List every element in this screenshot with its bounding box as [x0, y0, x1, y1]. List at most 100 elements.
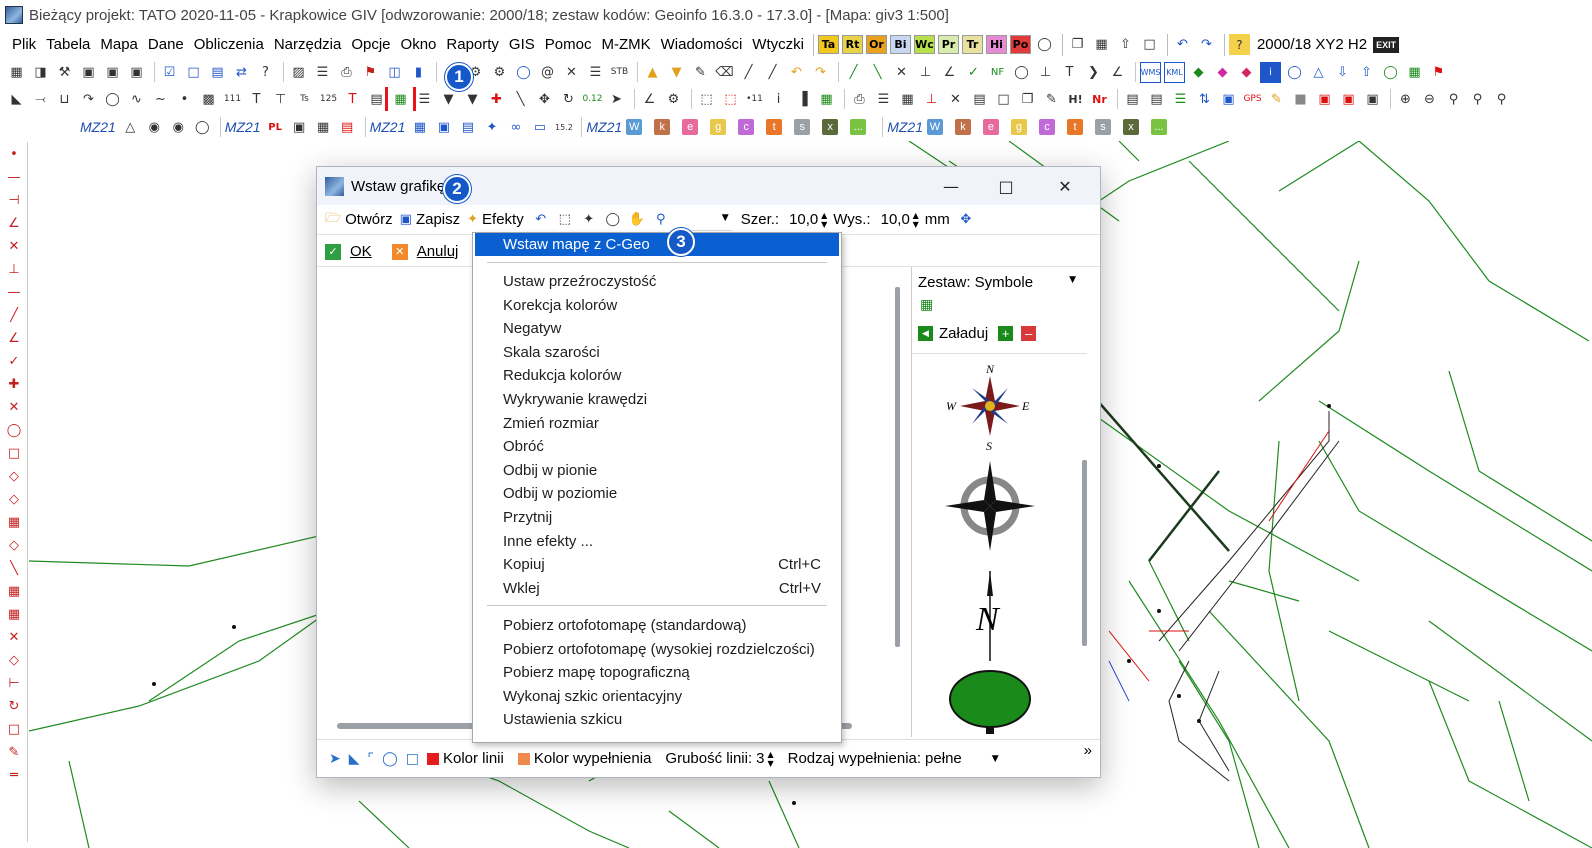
mz-number-icon[interactable]: 15.2	[553, 117, 574, 138]
width-field[interactable]: Szer.: 10,0 ▲ ▼	[741, 208, 827, 231]
menu-okno[interactable]: Okno	[396, 36, 442, 53]
checkbox-icon[interactable]: ☑	[159, 62, 180, 83]
snap-line-icon[interactable]: ╱	[843, 62, 864, 83]
mz-pl-icon[interactable]: PL	[265, 117, 286, 138]
triangle-icon[interactable]: △	[1308, 62, 1329, 83]
menu-gis[interactable]: GIS	[504, 36, 540, 53]
angle-measure-icon[interactable]: ∠	[639, 89, 660, 110]
project-tag-4[interactable]: Wc	[913, 35, 935, 54]
mz-chip-0-1[interactable]: k	[654, 119, 671, 135]
cross-tool-icon[interactable]: ⊣	[3, 189, 25, 211]
draw-rectangle-open-icon[interactable]: ⊔	[54, 89, 75, 110]
mz-glasses-icon[interactable]: ∞	[505, 117, 526, 138]
project-tag-3[interactable]: Bi	[889, 35, 911, 54]
mz-chip-0-0[interactable]: W	[626, 119, 643, 135]
diamond-pink-icon[interactable]: ◆	[1212, 62, 1233, 83]
stb-icon[interactable]: STB	[609, 62, 630, 83]
project-tag-5[interactable]: Pr	[937, 35, 959, 54]
folder-down-icon[interactable]: ▼	[666, 62, 687, 83]
text-angle-icon[interactable]: ⊤	[270, 89, 291, 110]
line-h-tool-icon[interactable]: —	[3, 166, 25, 188]
symbol-list-scrollbar[interactable]	[1082, 460, 1087, 646]
check-tool-icon[interactable]: ✓	[3, 350, 25, 372]
select-red-icon[interactable]: ⬚	[720, 89, 741, 110]
move-arrows-icon[interactable]: ✥	[956, 210, 976, 230]
menu-item-effect-0[interactable]: Ustaw przeźroczystość	[475, 270, 839, 293]
grid-tool-icon[interactable]: ▦	[3, 603, 25, 625]
parallel-tool-icon[interactable]: ╱	[3, 304, 25, 326]
symbol-list[interactable]: N S E W N	[912, 353, 1087, 737]
minimize-button[interactable]: —	[938, 173, 964, 199]
frame-icon[interactable]: □	[183, 62, 204, 83]
menu-item-effect-6[interactable]: Zmień rozmiar	[475, 412, 839, 435]
menu-mapa[interactable]: Mapa	[95, 36, 143, 53]
snap-text-icon[interactable]: T	[1059, 62, 1080, 83]
export-doc-icon[interactable]: ▤	[1122, 89, 1143, 110]
zoom-window-icon[interactable]: ⚲	[1467, 89, 1488, 110]
bookmark-icon[interactable]: ▮	[408, 62, 429, 83]
draw-circle-icon[interactable]: ◯	[102, 89, 123, 110]
wms-icon[interactable]: WMS	[1140, 61, 1161, 83]
height-spinner[interactable]: ▲ ▼	[913, 211, 919, 229]
insert-graphic-icon[interactable]: ▦	[385, 87, 416, 111]
load-button[interactable]: ◀ Załaduj + –	[918, 325, 1037, 342]
project-tag-6[interactable]: Tr	[961, 35, 983, 54]
rotate-tool-icon[interactable]: ↻	[3, 695, 25, 717]
tag-tool-icon[interactable]: ◇	[3, 534, 25, 556]
cut-icon[interactable]: ✕	[945, 89, 966, 110]
mz-network-icon[interactable]: ▣	[289, 117, 310, 138]
exit-button[interactable]: EXIT	[1373, 36, 1400, 53]
mz-chip-0-3[interactable]: g	[710, 119, 727, 135]
menu-narzedzia[interactable]: Narzędzia	[269, 36, 347, 53]
node-icon[interactable]: ▣	[1314, 89, 1335, 110]
printer-icon[interactable]: ⎙	[849, 89, 870, 110]
mz-chip-0-6[interactable]: s	[794, 119, 811, 135]
intersect-tool-icon[interactable]: ✕	[3, 235, 25, 257]
magnifier-icon[interactable]: ⚲	[651, 210, 671, 230]
diamond2-tool-icon[interactable]: ◇	[3, 488, 25, 510]
database-icon[interactable]: ◫	[384, 62, 405, 83]
save-button[interactable]: ▣ Zapisz	[400, 211, 460, 228]
polyline-tool-icon[interactable]: ⌜	[368, 751, 375, 767]
mz-chip-1-6[interactable]: s	[1094, 119, 1111, 135]
add-symbol-icon[interactable]: ▦	[920, 297, 938, 315]
menu-item-insert-cgeo-map[interactable]: Wstaw mapę z C-Geo	[475, 233, 839, 256]
camera-icon[interactable]: ▣	[1218, 89, 1239, 110]
at-icon[interactable]: @	[537, 62, 558, 83]
select-rect-icon-dialog[interactable]: ⬚	[555, 210, 575, 230]
compass-star-symbol[interactable]	[945, 461, 1035, 551]
image-icon[interactable]: ▦	[1404, 62, 1425, 83]
mz-symbol-icon[interactable]: △	[120, 117, 141, 138]
table-icon[interactable]: ▦	[6, 62, 27, 83]
numbered-list-icon[interactable]: ☰	[585, 62, 606, 83]
mz-symbol2-icon[interactable]: ◉	[144, 117, 165, 138]
edit-tool-icon[interactable]: ✎	[3, 741, 25, 763]
pencil-yellow-icon[interactable]: ✎	[1266, 89, 1287, 110]
menu-item-download-3[interactable]: Wykonaj szkic orientacyjny	[475, 685, 839, 708]
mz-chip-0-7[interactable]: x	[822, 119, 839, 135]
print-icon[interactable]: ⎙	[336, 62, 357, 83]
pen-icon[interactable]: ✎	[690, 62, 711, 83]
polygon-tool-icon[interactable]: ◣	[349, 751, 360, 767]
line-tool-icon-2[interactable]: ═	[3, 764, 25, 786]
line-tool-icon[interactable]: ╱	[738, 62, 759, 83]
snap-tangent-icon[interactable]: ✓	[963, 62, 984, 83]
mz-chip-0-5[interactable]: t	[766, 119, 783, 135]
parallel-icon[interactable]: ╱	[762, 62, 783, 83]
menu-plik[interactable]: Plik	[0, 36, 41, 53]
pointer-tool-icon[interactable]: ➤	[329, 751, 341, 767]
gps-icon[interactable]: GPS	[1242, 89, 1263, 110]
x-tool-icon[interactable]: ✕	[3, 396, 25, 418]
line-color-swatch[interactable]	[426, 752, 439, 765]
canvas-vertical-scrollbar[interactable]	[895, 287, 900, 647]
folder-up-icon[interactable]: ▲	[642, 62, 663, 83]
hi-icon[interactable]: H!	[1065, 89, 1086, 110]
mz-chip-1-4[interactable]: c	[1038, 119, 1055, 135]
scale-icon[interactable]: ⊥	[921, 89, 942, 110]
box-tool-icon[interactable]: □	[3, 718, 25, 740]
text-scale-icon[interactable]: Ts	[294, 89, 315, 110]
hatch-tool-icon[interactable]: ▦	[3, 511, 25, 533]
snap-arrow-icon[interactable]: ❯	[1083, 62, 1104, 83]
menu-item-effect-9[interactable]: Odbij w poziomie	[475, 482, 839, 505]
draw-polygon-icon[interactable]: ◣	[6, 89, 27, 110]
